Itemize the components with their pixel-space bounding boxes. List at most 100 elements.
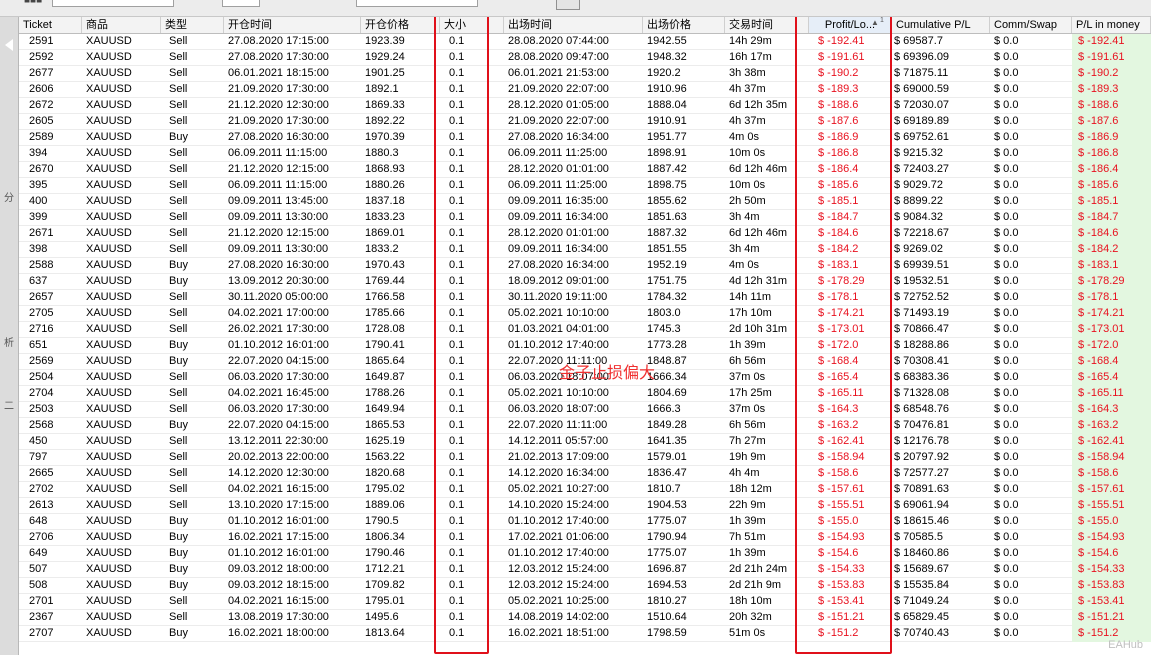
cell-type: Sell [169, 435, 188, 447]
cell-size: 0.1 [449, 435, 465, 447]
table-row[interactable]: 648 XAUUSD Buy 01.10.2012 16:01:00 1790.5 0.1… [19, 514, 1151, 530]
column-header-cum[interactable]: Cumulative P/L [892, 17, 990, 33]
cell-open_price: 1880.26 [365, 179, 405, 191]
cell-ticket: 648 [29, 515, 48, 527]
cell-close_price: 1898.91 [647, 147, 687, 159]
cell-duration: 4m 0s [729, 131, 759, 143]
cell-type: Buy [169, 563, 188, 575]
table-row[interactable]: 797 XAUUSD Sell 20.02.2013 22:00:00 1563.22 0… [19, 450, 1151, 466]
cell-pl: $ -153.41 [1072, 594, 1151, 610]
toolbar-icon-button[interactable] [556, 0, 580, 10]
table-row[interactable]: 395 XAUUSD Sell 06.09.2011 11:15:00 1880.26 0… [19, 178, 1151, 194]
cell-cum: $ 68383.36 [894, 371, 950, 383]
table-row[interactable]: 398 XAUUSD Sell 09.09.2011 13:30:00 1833.2 0.… [19, 242, 1151, 258]
column-header-pl[interactable]: P/L in money [1072, 17, 1151, 33]
cell-ticket: 2367 [29, 611, 54, 623]
table-row[interactable]: 2657 XAUUSD Sell 30.11.2020 05:00:00 1766.58… [19, 290, 1151, 306]
column-header-open_price[interactable]: 开仓价格 [361, 17, 440, 33]
toolbar-field-3[interactable] [356, 0, 478, 7]
cell-open_time: 04.02.2021 16:45:00 [228, 387, 329, 399]
cell-close_time: 28.12.2020 01:01:00 [508, 227, 609, 239]
table-row[interactable]: 394 XAUUSD Sell 06.09.2011 11:15:00 1880.3 0.… [19, 146, 1151, 162]
table-row[interactable]: 2707 XAUUSD Buy 16.02.2021 18:00:00 1813.64 0… [19, 626, 1151, 642]
cell-open_price: 1709.82 [365, 579, 405, 591]
cell-ticket: 651 [29, 339, 48, 351]
table-row[interactable]: 649 XAUUSD Buy 01.10.2012 16:01:00 1790.46 0.… [19, 546, 1151, 562]
table-row[interactable]: 2568 XAUUSD Buy 22.07.2020 04:15:00 1865.53 0… [19, 418, 1151, 434]
table-row[interactable]: 2701 XAUUSD Sell 04.02.2021 16:15:00 1795.01… [19, 594, 1151, 610]
column-header-close_price[interactable]: 出场价格 [643, 17, 725, 33]
table-row[interactable]: 637 XAUUSD Buy 13.09.2012 20:30:00 1769.44 0.… [19, 274, 1151, 290]
cell-open_price: 1970.39 [365, 131, 405, 143]
cell-open_time: 30.11.2020 05:00:00 [228, 291, 329, 303]
cell-open_time: 21.12.2020 12:15:00 [228, 227, 329, 239]
table-row[interactable]: 507 XAUUSD Buy 09.03.2012 18:00:00 1712.21 0.… [19, 562, 1151, 578]
cell-size: 0.1 [449, 147, 465, 159]
cell-duration: 10m 0s [729, 179, 766, 191]
table-row[interactable]: 651 XAUUSD Buy 01.10.2012 16:01:00 1790.41 0.… [19, 338, 1151, 354]
sort-ascending-icon[interactable]: ▲ [871, 18, 879, 27]
table-row[interactable]: 2589 XAUUSD Buy 27.08.2020 16:30:00 1970.39 0… [19, 130, 1151, 146]
cell-open_price: 1865.53 [365, 419, 405, 431]
cell-profit: $ -184.6 [818, 227, 859, 239]
table-row[interactable]: 2591 XAUUSD Sell 27.08.2020 17:15:00 1923.39… [19, 34, 1151, 50]
table-row[interactable]: 2592 XAUUSD Sell 27.08.2020 17:30:00 1929.24… [19, 50, 1151, 66]
column-header-duration[interactable]: 交易时间 [725, 17, 809, 33]
cell-size: 0.1 [449, 355, 465, 367]
column-header-close_time[interactable]: 出场时间 [504, 17, 643, 33]
toolbar-field-2[interactable] [222, 0, 260, 7]
cell-close_time: 09.09.2011 16:34:00 [508, 211, 609, 223]
cell-cum: $ 72577.27 [894, 467, 950, 479]
table-row[interactable]: 2670 XAUUSD Sell 21.12.2020 12:15:00 1868.93… [19, 162, 1151, 178]
table-row[interactable]: 2672 XAUUSD Sell 21.12.2020 12:30:00 1869.33… [19, 98, 1151, 114]
table-row[interactable]: 2665 XAUUSD Sell 14.12.2020 12:30:00 1820.68… [19, 466, 1151, 482]
table-row[interactable]: 2702 XAUUSD Sell 04.02.2021 16:15:00 1795.02… [19, 482, 1151, 498]
table-row[interactable]: 2503 XAUUSD Sell 06.03.2020 17:30:00 1649.94… [19, 402, 1151, 418]
cell-pl: $ -164.3 [1072, 402, 1151, 418]
cell-profit: $ -183.1 [818, 259, 859, 271]
cell-type: Sell [169, 403, 188, 415]
cell-symbol: XAUUSD [86, 403, 132, 415]
table-row[interactable]: 2613 XAUUSD Sell 13.10.2020 17:15:00 1889.06… [19, 498, 1151, 514]
cell-cum: $ 70476.81 [894, 419, 950, 431]
table-row[interactable]: 450 XAUUSD Sell 13.12.2011 22:30:00 1625.19 0… [19, 434, 1151, 450]
table-row[interactable]: 2705 XAUUSD Sell 04.02.2021 17:00:00 1785.66… [19, 306, 1151, 322]
cell-comm: $ 0.0 [994, 211, 1019, 223]
table-row[interactable]: 2677 XAUUSD Sell 06.01.2021 18:15:00 1901.25… [19, 66, 1151, 82]
cell-comm: $ 0.0 [994, 531, 1019, 543]
table-row[interactable]: 2706 XAUUSD Buy 16.02.2021 17:15:00 1806.34 0… [19, 530, 1151, 546]
table-row[interactable]: 2704 XAUUSD Sell 04.02.2021 16:45:00 1788.26… [19, 386, 1151, 402]
table-row[interactable]: 2671 XAUUSD Sell 21.12.2020 12:15:00 1869.01… [19, 226, 1151, 242]
cell-open_price: 1769.44 [365, 275, 405, 287]
column-header-symbol[interactable]: 商品 [82, 17, 161, 33]
table-row[interactable]: 2606 XAUUSD Sell 21.09.2020 17:30:00 1892.1 0… [19, 82, 1151, 98]
column-header-size[interactable]: 大小 [440, 17, 504, 33]
table-row[interactable]: 508 XAUUSD Buy 09.03.2012 18:15:00 1709.82 0.… [19, 578, 1151, 594]
cell-close_time: 14.08.2019 14:02:00 [508, 611, 609, 623]
cell-profit: $ -174.21 [818, 307, 865, 319]
column-header-ticket[interactable]: Ticket [19, 17, 82, 33]
cell-profit: $ -165.11 [818, 387, 864, 399]
cell-open_price: 1868.93 [365, 163, 405, 175]
cell-symbol: XAUUSD [86, 467, 132, 479]
cell-duration: 2d 21h 9m [729, 579, 781, 591]
table-row[interactable]: 2716 XAUUSD Sell 26.02.2021 17:30:00 1728.08… [19, 322, 1151, 338]
cell-close_time: 06.09.2011 11:25:00 [508, 179, 608, 191]
cell-profit: $ -163.2 [818, 419, 859, 431]
column-header-type[interactable]: 类型 [161, 17, 224, 33]
collapse-arrow-icon[interactable] [5, 39, 13, 51]
cell-pl: $ -158.94 [1072, 450, 1151, 466]
table-row[interactable]: 2588 XAUUSD Buy 27.08.2020 16:30:00 1970.43 0… [19, 258, 1151, 274]
table-row[interactable]: 399 XAUUSD Sell 09.09.2011 13:30:00 1833.23 0… [19, 210, 1151, 226]
toolbar-field-1[interactable] [52, 0, 174, 7]
cell-cum: $ 20797.92 [894, 451, 950, 463]
cell-type: Buy [169, 579, 188, 591]
column-header-open_time[interactable]: 开仓时间 [224, 17, 361, 33]
table-row[interactable]: 2367 XAUUSD Sell 13.08.2019 17:30:00 1495.6 0… [19, 610, 1151, 626]
cell-size: 0.1 [449, 211, 465, 223]
cell-cum: $ 70740.43 [894, 627, 950, 639]
table-row[interactable]: 400 XAUUSD Sell 09.09.2011 13:45:00 1837.18 0… [19, 194, 1151, 210]
table-row[interactable]: 2605 XAUUSD Sell 21.09.2020 17:30:00 1892.22… [19, 114, 1151, 130]
cell-type: Sell [169, 467, 188, 479]
column-header-comm[interactable]: Comm/Swap [990, 17, 1072, 33]
